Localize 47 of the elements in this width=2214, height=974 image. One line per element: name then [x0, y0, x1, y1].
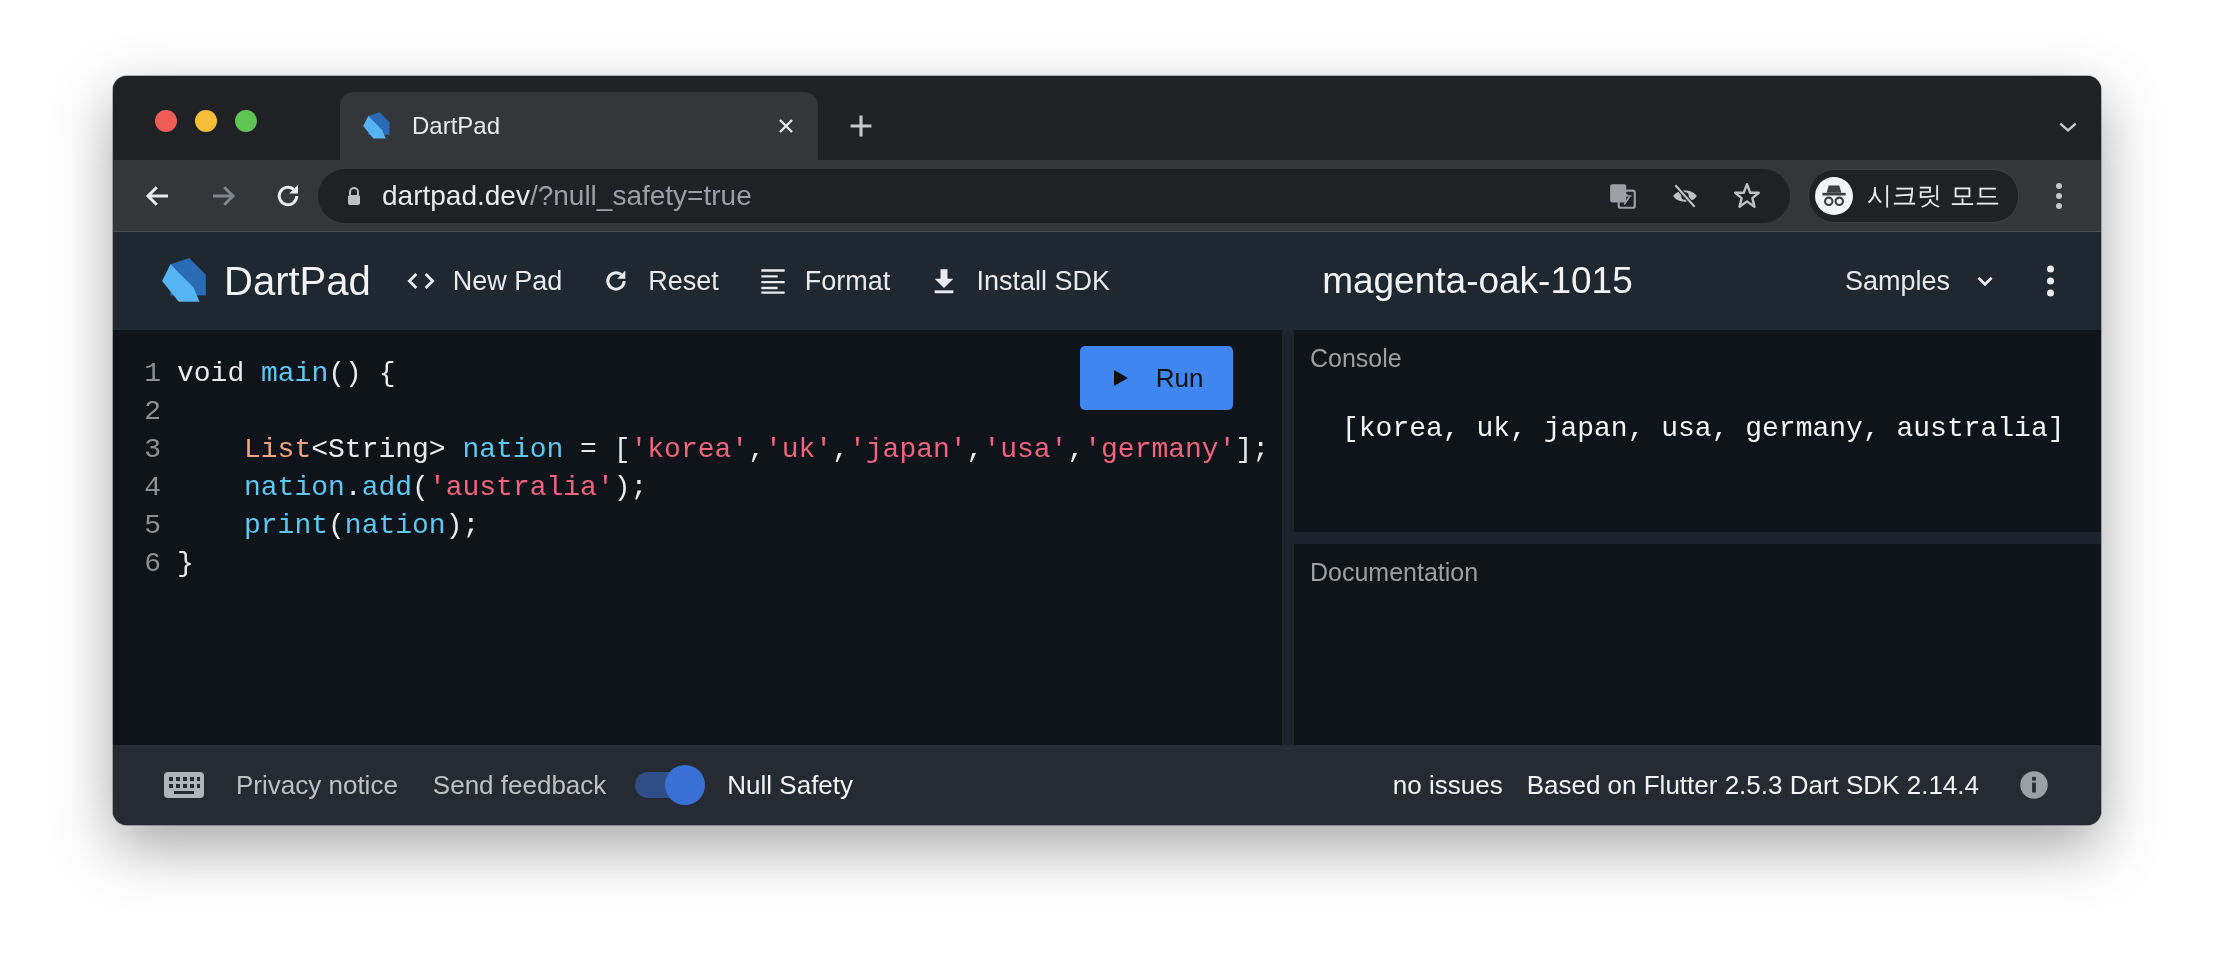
line-number: 1	[143, 357, 161, 389]
new-pad-button[interactable]: New Pad	[406, 265, 563, 297]
lock-icon	[346, 185, 362, 206]
samples-dropdown[interactable]: Samples	[1844, 265, 1996, 297]
code-line: }	[177, 547, 194, 579]
info-icon[interactable]	[2019, 770, 2049, 800]
null-safety-toggle[interactable]	[633, 765, 706, 805]
more-icon[interactable]	[2054, 181, 2063, 210]
console-output: [korea, uk, japan, usa, germany, australia]	[1342, 413, 2065, 444]
incognito-profile-button[interactable]: 시크릿 모드	[1808, 168, 2019, 223]
panel-title: Documentation	[1310, 558, 1479, 587]
toggle-label: Null Safety	[727, 769, 854, 801]
panel-title: Console	[1310, 344, 1402, 373]
star-icon[interactable]	[1732, 180, 1762, 211]
close-window-icon[interactable]	[155, 110, 177, 132]
pad-name: magenta-oak-1015	[1322, 260, 1633, 302]
line-number: 3	[143, 433, 161, 465]
line-number: 4	[143, 471, 161, 503]
code-editor[interactable]: 1 void main() { 2 3 List<String> nation = ['korea','uk','japan','usa','germany']; 4 nation.add('australia'); 5 print(nation); 6 } Run	[113, 330, 1282, 745]
new-tab-icon[interactable]	[848, 113, 874, 139]
footer-link[interactable]: Privacy notice	[236, 769, 398, 801]
reset-button[interactable]: Reset	[602, 265, 719, 297]
line-number: 5	[143, 509, 161, 541]
download-button[interactable]: Install SDK	[930, 265, 1110, 297]
line-number: 2	[143, 395, 161, 427]
format-button[interactable]: Format	[758, 265, 891, 297]
code-line: List<String> nation = ['korea','uk','japan','usa','germany'];	[244, 433, 1270, 465]
code-line: void main() {	[177, 357, 396, 389]
browser-tab[interactable]: DartPad	[340, 92, 818, 160]
code-line: print(nation);	[244, 509, 480, 541]
footer-link[interactable]: Send feedback	[432, 769, 607, 801]
incognito-icon	[1815, 176, 1853, 215]
url-text: dartpad.dev/?null_safety=true	[382, 179, 753, 212]
app-logo-text: DartPad	[224, 258, 371, 304]
keyboard-icon[interactable]	[164, 772, 204, 798]
dart-logo-icon	[362, 111, 392, 141]
version-text: Based on Flutter 2.5.3 Dart SDK 2.14.4	[1526, 769, 1979, 801]
minimize-window-icon[interactable]	[195, 110, 217, 132]
zoom-window-icon[interactable]	[235, 110, 257, 132]
tab-title: DartPad	[412, 112, 502, 140]
run-button[interactable]: Run	[1080, 346, 1233, 410]
address-bar[interactable]: dartpad.dev/?null_safety=true	[318, 168, 1790, 223]
more-icon[interactable]	[2046, 265, 2055, 297]
status-text: no issues	[1392, 769, 1503, 801]
line-number: 6	[143, 547, 161, 579]
code-line: nation.add('australia');	[244, 471, 648, 503]
format-icon	[758, 267, 787, 295]
